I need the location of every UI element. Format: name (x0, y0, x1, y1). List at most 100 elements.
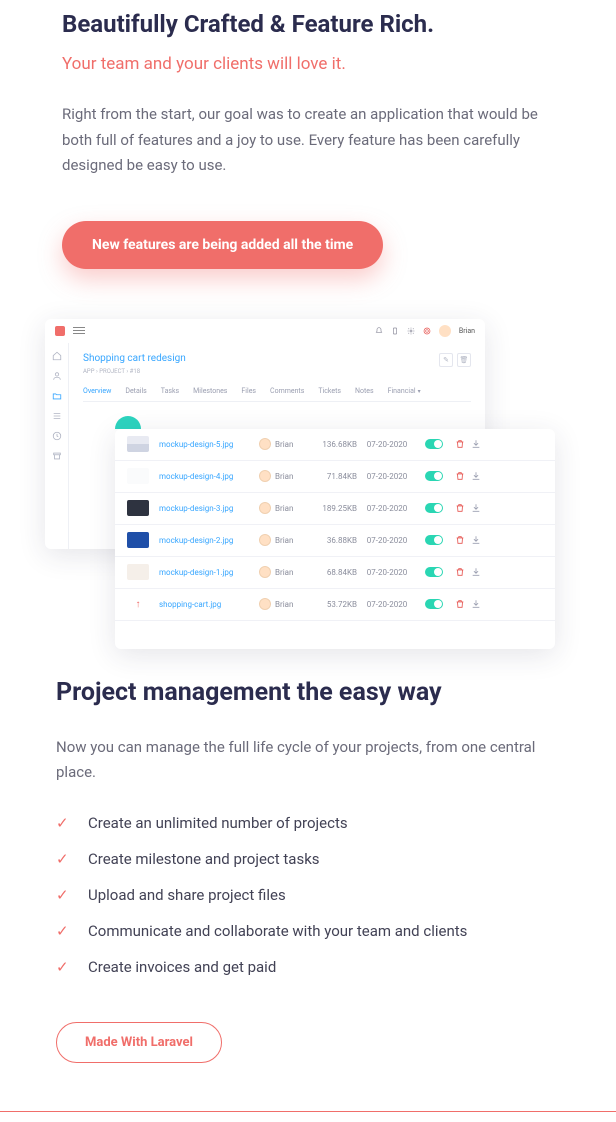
table-row: shopping-cart.jpgBrian53.72KB07-20-2020 (115, 589, 555, 621)
tab-files: Files (241, 387, 256, 395)
user-name: Brian (459, 327, 475, 335)
row-actions (451, 503, 481, 513)
feature-text: Create milestone and project tasks (88, 850, 320, 868)
tab-details: Details (125, 387, 146, 395)
list-item: ✓ Create an unlimited number of projects (56, 814, 560, 832)
check-icon: ✓ (56, 814, 70, 832)
avatar (259, 566, 271, 578)
hero-title: Beautifully Crafted & Feature Rich. (62, 10, 554, 38)
project-tabs: Overview Details Tasks Milestones Files … (83, 387, 471, 402)
file-toggle (417, 599, 451, 609)
table-row: mockup-design-3.jpgBrian189.25KB07-20-20… (115, 493, 555, 525)
file-toggle (417, 567, 451, 577)
topbar: Brian (45, 319, 485, 343)
file-thumb (127, 596, 149, 612)
file-toggle (417, 439, 451, 449)
section2-title: Project management the easy way (56, 678, 560, 707)
table-row: mockup-design-5.jpgBrian136.68KB07-20-20… (115, 429, 555, 461)
row-actions (451, 567, 481, 577)
project-title: Shopping cart redesign (83, 353, 471, 364)
feature-text: Create an unlimited number of projects (88, 814, 348, 832)
table-row: mockup-design-2.jpgBrian36.88KB07-20-202… (115, 525, 555, 557)
file-date: 07-20-2020 (357, 600, 417, 609)
tab-milestones: Milestones (193, 387, 227, 395)
cta-laravel[interactable]: Made With Laravel (56, 1022, 222, 1063)
avatar (259, 598, 271, 610)
feature-text: Communicate and collaborate with your te… (88, 922, 467, 940)
table-row: mockup-design-4.jpgBrian71.84KB07-20-202… (115, 461, 555, 493)
download-icon (471, 567, 481, 577)
tab-tasks: Tasks (161, 387, 179, 395)
download-icon (471, 503, 481, 513)
avatar (439, 325, 451, 337)
file-date: 07-20-2020 (357, 536, 417, 545)
file-uploader: Brian (259, 470, 307, 482)
download-icon (471, 535, 481, 545)
file-size: 53.72KB (307, 600, 357, 609)
trash-icon (455, 471, 465, 481)
file-date: 07-20-2020 (357, 568, 417, 577)
list-icon (52, 411, 62, 421)
list-item: ✓ Create milestone and project tasks (56, 850, 560, 868)
feature-text: Upload and share project files (88, 886, 286, 904)
file-name: shopping-cart.jpg (159, 600, 259, 609)
trash-icon: 🗑 (457, 353, 471, 367)
file-date: 07-20-2020 (357, 504, 417, 513)
trash-icon (455, 503, 465, 513)
window-front: mockup-design-5.jpgBrian136.68KB07-20-20… (115, 429, 555, 649)
sidebar (45, 343, 69, 549)
avatar (259, 502, 271, 514)
check-icon: ✓ (56, 850, 70, 868)
check-icon: ✓ (56, 886, 70, 904)
edit-icon: ✎ (439, 353, 453, 367)
file-uploader: Brian (259, 598, 307, 610)
header-actions: ✎ 🗑 (439, 353, 471, 367)
home-icon (52, 351, 62, 361)
avatar (259, 438, 271, 450)
mobile-icon (391, 327, 399, 335)
file-date: 07-20-2020 (357, 440, 417, 449)
file-toggle (417, 535, 451, 545)
table-row: mockup-design-1.jpgBrian68.84KB07-20-202… (115, 557, 555, 589)
archive-icon (52, 451, 62, 461)
feature-text: Create invoices and get paid (88, 958, 276, 976)
target-icon (423, 327, 431, 335)
section2-body: Now you can manage the full life cycle o… (56, 735, 560, 786)
trash-icon (455, 599, 465, 609)
files-table: mockup-design-5.jpgBrian136.68KB07-20-20… (115, 429, 555, 621)
file-name: mockup-design-2.jpg (159, 536, 259, 545)
download-icon (471, 471, 481, 481)
file-thumb (127, 532, 149, 548)
user-icon (52, 371, 62, 381)
row-actions (451, 471, 481, 481)
file-size: 189.25KB (307, 504, 357, 513)
row-actions (451, 599, 481, 609)
tab-comments: Comments (270, 387, 304, 395)
file-size: 71.84KB (307, 472, 357, 481)
file-size: 136.68KB (307, 440, 357, 449)
bottom-divider (0, 1111, 616, 1112)
check-icon: ✓ (56, 958, 70, 976)
folder-icon (52, 391, 62, 401)
list-item: ✓ Upload and share project files (56, 886, 560, 904)
file-uploader: Brian (259, 566, 307, 578)
file-name: mockup-design-1.jpg (159, 568, 259, 577)
app-mockup: Brian ✎ 🗑 Shopping cart redesign APP › P… (45, 319, 586, 654)
file-uploader: Brian (259, 502, 307, 514)
list-item: ✓ Create invoices and get paid (56, 958, 560, 976)
clock-icon (52, 431, 62, 441)
file-size: 36.88KB (307, 536, 357, 545)
logo-icon (55, 326, 65, 336)
file-thumb (127, 564, 149, 580)
file-uploader: Brian (259, 438, 307, 450)
trash-icon (455, 439, 465, 449)
file-toggle (417, 471, 451, 481)
file-thumb (127, 500, 149, 516)
breadcrumb: APP › PROJECT › #18 (83, 368, 471, 375)
feature-list: ✓Create an unlimited number of projects✓… (56, 814, 560, 976)
file-name: mockup-design-3.jpg (159, 504, 259, 513)
download-icon (471, 599, 481, 609)
file-uploader: Brian (259, 534, 307, 546)
cta-new-features[interactable]: New features are being added all the tim… (62, 221, 383, 269)
list-item: ✓Communicate and collaborate with your t… (56, 922, 560, 940)
